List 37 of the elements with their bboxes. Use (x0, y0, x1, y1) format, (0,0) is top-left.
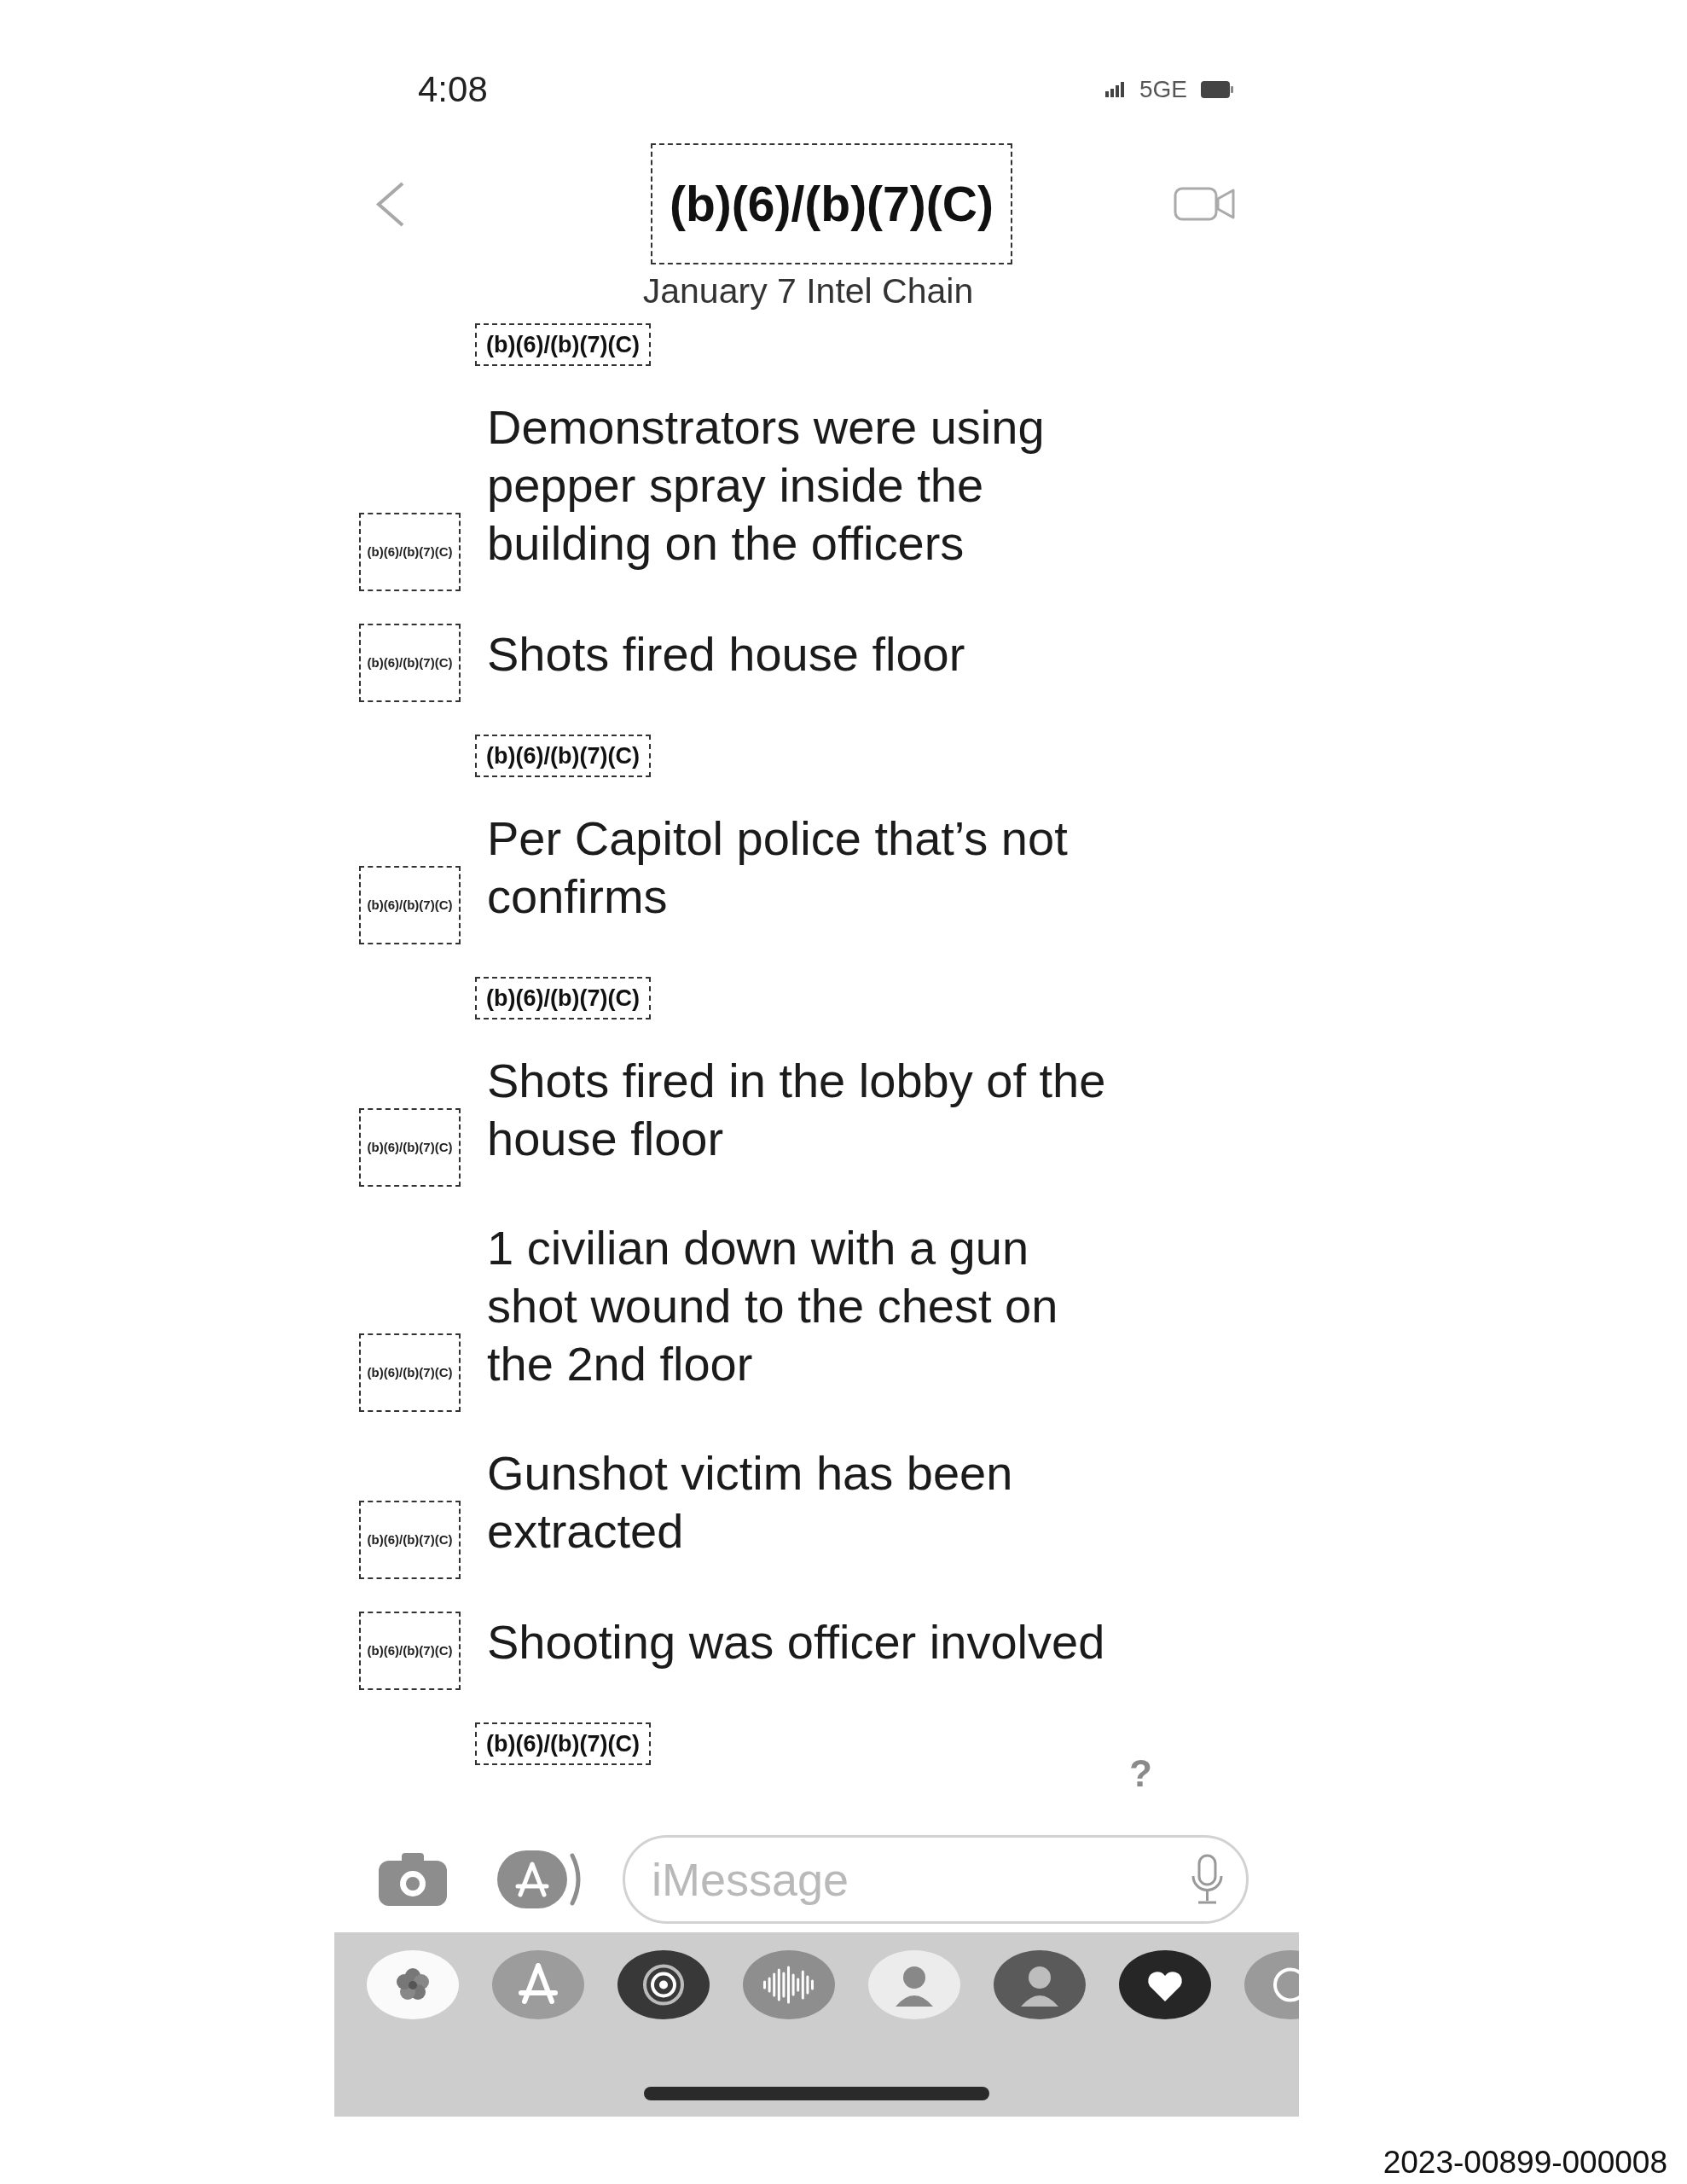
microphone-icon[interactable] (1190, 1854, 1225, 1905)
flower-icon[interactable] (367, 1950, 459, 2019)
battery-icon (1201, 81, 1233, 98)
message-text: Shooting was officer involved (487, 1614, 1105, 1670)
message-field[interactable]: iMessage (623, 1835, 1249, 1924)
redacted-avatar: (b)(6)/(b)(7)(C) (359, 624, 461, 702)
redacted-sender: (b)(6)/(b)(7)(C) (475, 735, 651, 777)
message-text: Shots fired in the lobby of the house floor (487, 1053, 1107, 1167)
round-app-icon[interactable] (1244, 1950, 1299, 2019)
redacted-avatar: (b)(6)/(b)(7)(C) (359, 1612, 461, 1690)
document-number: 2023-00899-000008 (1383, 2146, 1667, 2180)
reaction-mark: ? (1129, 1753, 1152, 1793)
redacted-avatar: (b)(6)/(b)(7)(C) (359, 1108, 461, 1187)
redacted-sender: (b)(6)/(b)(7)(C) (475, 977, 651, 1019)
message-text: Shots fired house floor (487, 626, 965, 682)
camera-icon[interactable] (379, 1853, 447, 1906)
back-icon[interactable] (375, 180, 406, 228)
target-icon[interactable] (617, 1950, 710, 2019)
message-text: Gunshot victim has been extracted (487, 1445, 1014, 1560)
sound-wave-icon[interactable] (743, 1950, 835, 2019)
redacted-avatar: (b)(6)/(b)(7)(C) (359, 1501, 461, 1579)
message-text: Per Capitol police that’s not confirms (487, 810, 1069, 925)
redacted-avatar: (b)(6)/(b)(7)(C) (359, 866, 461, 944)
redacted-sender: (b)(6)/(b)(7)(C) (475, 1722, 651, 1765)
status-time: 4:08 (418, 68, 488, 111)
signal-icon (1104, 82, 1126, 97)
message-text: Demonstrators were using pepper spray inside the building on the officers (487, 399, 1046, 572)
message-text: 1 civilian down with a gun shot wound to the chest on the 2nd floor (487, 1220, 1059, 1392)
avatar-icon[interactable] (868, 1950, 960, 2019)
avatar-icon[interactable] (994, 1950, 1086, 2019)
network-label: 5GE (1139, 77, 1187, 102)
redacted-avatar: (b)(6)/(b)(7)(C) (359, 513, 461, 591)
redacted-sender: (b)(6)/(b)(7)(C) (475, 323, 651, 366)
group-name: January 7 Intel Chain (642, 271, 974, 311)
a-shape-icon[interactable] (492, 1950, 584, 2019)
redacted-avatar: (b)(6)/(b)(7)(C) (359, 1333, 461, 1412)
redacted-title: (b)(6)/(b)(7)(C) (651, 143, 1012, 264)
